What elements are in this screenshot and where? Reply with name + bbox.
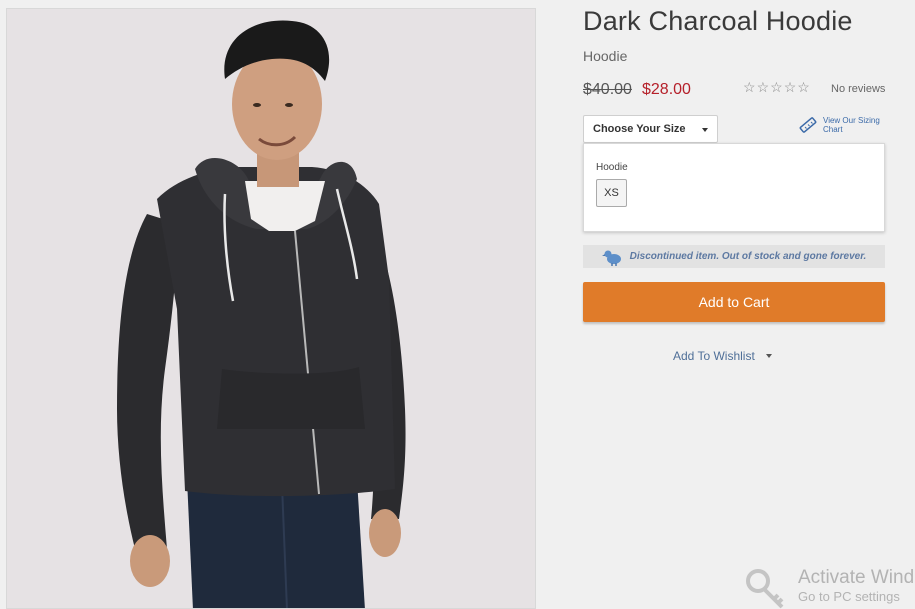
model-photo: [7, 9, 535, 608]
ruler-icon: [799, 117, 817, 133]
sizing-chart-link[interactable]: View Our Sizing Chart: [799, 116, 887, 134]
product-image[interactable]: [6, 8, 536, 609]
caret-down-icon: [702, 128, 708, 132]
star-icon: ☆: [743, 79, 756, 95]
sizing-chart-label: View Our Sizing Chart: [823, 116, 880, 134]
product-title: Dark Charcoal Hoodie: [583, 6, 853, 36]
size-dropdown-label: Choose Your Size: [593, 123, 686, 135]
size-group-label: Hoodie: [596, 162, 628, 173]
add-to-cart-button[interactable]: Add to Cart: [583, 282, 885, 322]
activate-windows-watermark: Activate Wind Go to PC settings: [744, 567, 914, 609]
star-icon: ☆: [756, 79, 770, 95]
discontinued-notice: Discontinued item. Out of stock and gone…: [583, 245, 885, 268]
watermark-title: Activate Wind: [798, 567, 915, 588]
watermark-subtitle: Go to PC settings: [798, 589, 900, 604]
star-icon: ☆: [770, 79, 783, 95]
reviews-count[interactable]: No reviews: [831, 83, 885, 95]
original-price: $40.00: [583, 81, 632, 98]
add-to-wishlist-link[interactable]: Add To Wishlist: [673, 349, 772, 363]
dodo-bird-icon: [601, 250, 621, 266]
wishlist-label: Add To Wishlist: [673, 349, 755, 363]
size-option-xs[interactable]: XS: [596, 179, 627, 207]
discontinued-text: Discontinued item. Out of stock and gone…: [629, 251, 867, 262]
sale-price: $28.00: [642, 81, 691, 98]
caret-down-icon[interactable]: [765, 354, 772, 358]
key-icon: [746, 569, 784, 609]
rating-stars[interactable]: ☆ ☆ ☆ ☆ ☆: [743, 79, 810, 95]
star-icon: ☆: [797, 79, 810, 95]
product-category: Hoodie: [583, 48, 628, 64]
size-dropdown[interactable]: Choose Your Size: [583, 115, 718, 143]
size-options-panel: Hoodie XS: [583, 143, 885, 232]
star-icon: ☆: [783, 79, 797, 95]
